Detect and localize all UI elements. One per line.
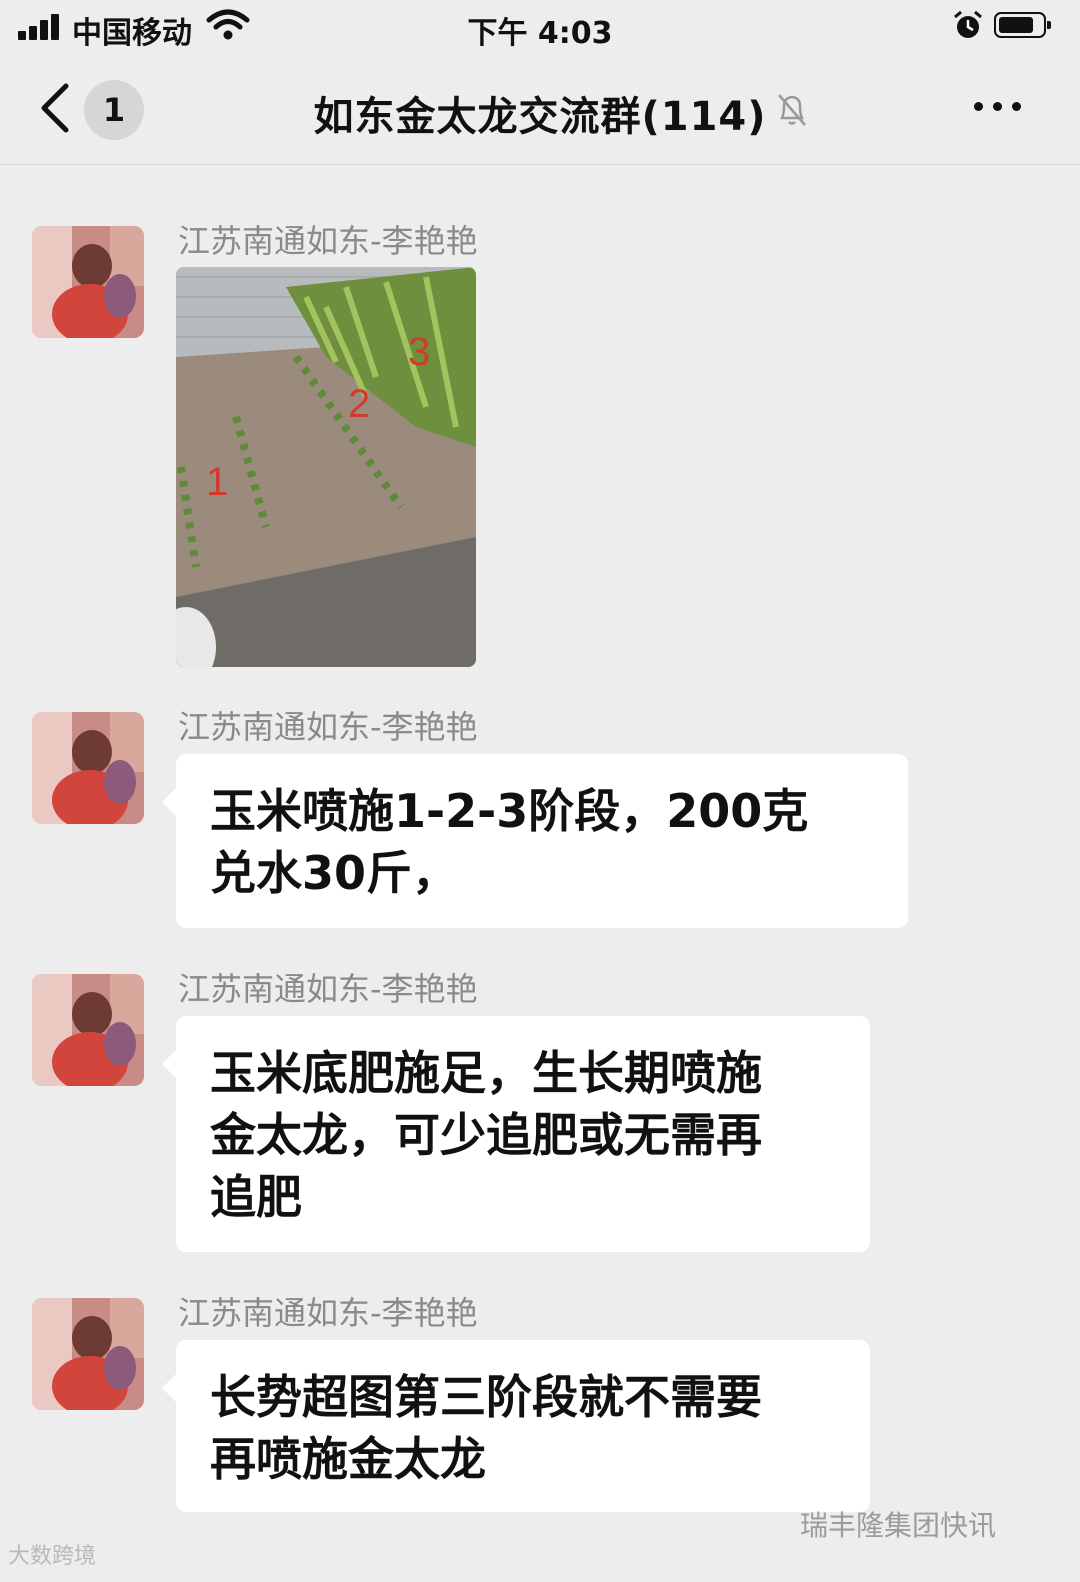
battery-icon (994, 12, 1051, 38)
sender-name: 江苏南通如东-李艳艳 (178, 970, 478, 1008)
avatar[interactable] (32, 974, 144, 1086)
sender-name: 江苏南通如东-李艳艳 (178, 708, 478, 746)
message-bubble[interactable]: 玉米喷施1-2-3阶段，200克 兑水30斤， (162, 754, 908, 928)
sender-name: 江苏南通如东-李艳艳 (178, 222, 478, 260)
avatar[interactable] (32, 712, 144, 824)
message-line: 玉米喷施1-2-3阶段，200克 (210, 784, 809, 838)
watermark-right: 瑞丰隆集团快讯 (800, 1509, 997, 1542)
status-bar: 中国移动 下午 4:03 (0, 0, 1080, 56)
photo-label-3: 3 (408, 330, 430, 374)
message-bubble[interactable]: 长势超图第三阶段就不需要 再喷施金太龙 (162, 1340, 870, 1512)
photo-label-1: 1 (206, 460, 228, 504)
status-time: 下午 4:03 (467, 16, 613, 51)
watermark-left: 大数跨境 (8, 1544, 97, 1569)
message-bubble[interactable]: 玉米底肥施足，生长期喷施 金太龙，可少追肥或无需再 追肥 (162, 1016, 870, 1252)
message-line: 追肥 (210, 1170, 302, 1224)
photo-label-2: 2 (348, 382, 370, 426)
chat-title: 如东金太龙交流群(114) (313, 94, 767, 140)
avatar[interactable] (32, 226, 144, 338)
cornfield-photo[interactable]: 1 2 3 (176, 267, 476, 667)
mute-bell-icon (778, 94, 806, 126)
message-line: 再喷施金太龙 (210, 1432, 486, 1486)
message-line: 兑水30斤， (210, 846, 459, 900)
avatar[interactable] (32, 1298, 144, 1410)
message-line: 金太龙，可少追肥或无需再 (210, 1108, 762, 1162)
alarm-icon (954, 10, 982, 38)
message-line: 长势超图第三阶段就不需要 (210, 1370, 762, 1424)
chat-header: 1 如东金太龙交流群(114) (0, 56, 1080, 165)
more-options-icon[interactable] (972, 92, 1024, 120)
sender-name: 江苏南通如东-李艳艳 (178, 1294, 478, 1332)
message-line: 玉米底肥施足，生长期喷施 (210, 1046, 762, 1100)
